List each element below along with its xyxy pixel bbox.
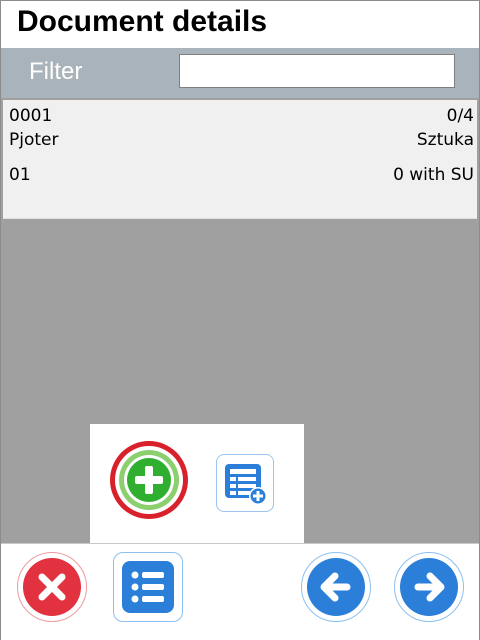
forward-button[interactable]	[394, 552, 464, 622]
action-popup	[90, 424, 304, 543]
list-icon	[122, 561, 174, 613]
list-item[interactable]: 0001 0/4 Pjoter Sztuka 01 0 with SU	[3, 100, 477, 219]
list-add-icon	[225, 464, 267, 505]
filter-input[interactable]	[179, 54, 455, 88]
add-to-list-button[interactable]	[216, 454, 274, 512]
close-icon	[23, 558, 81, 616]
item-unit: Sztuka	[416, 130, 474, 150]
list-button[interactable]	[113, 552, 183, 622]
header: Document details	[1, 1, 479, 47]
add-item-button[interactable]	[110, 441, 188, 519]
item-name: Pjoter	[9, 130, 59, 150]
item-su-status: 0 with SU	[393, 165, 474, 185]
bottom-toolbar	[1, 543, 479, 640]
arrow-right-icon	[400, 558, 458, 616]
page-title: Document details	[17, 5, 268, 38]
back-button[interactable]	[301, 552, 371, 622]
plus-circle-icon	[135, 466, 163, 494]
item-location: 01	[9, 165, 31, 185]
filter-bar: Filter	[1, 48, 479, 98]
arrow-left-icon	[307, 558, 365, 616]
filter-label: Filter	[29, 58, 83, 85]
cancel-button[interactable]	[17, 552, 87, 622]
item-code: 0001	[9, 106, 53, 126]
item-quantity: 0/4	[446, 106, 474, 126]
